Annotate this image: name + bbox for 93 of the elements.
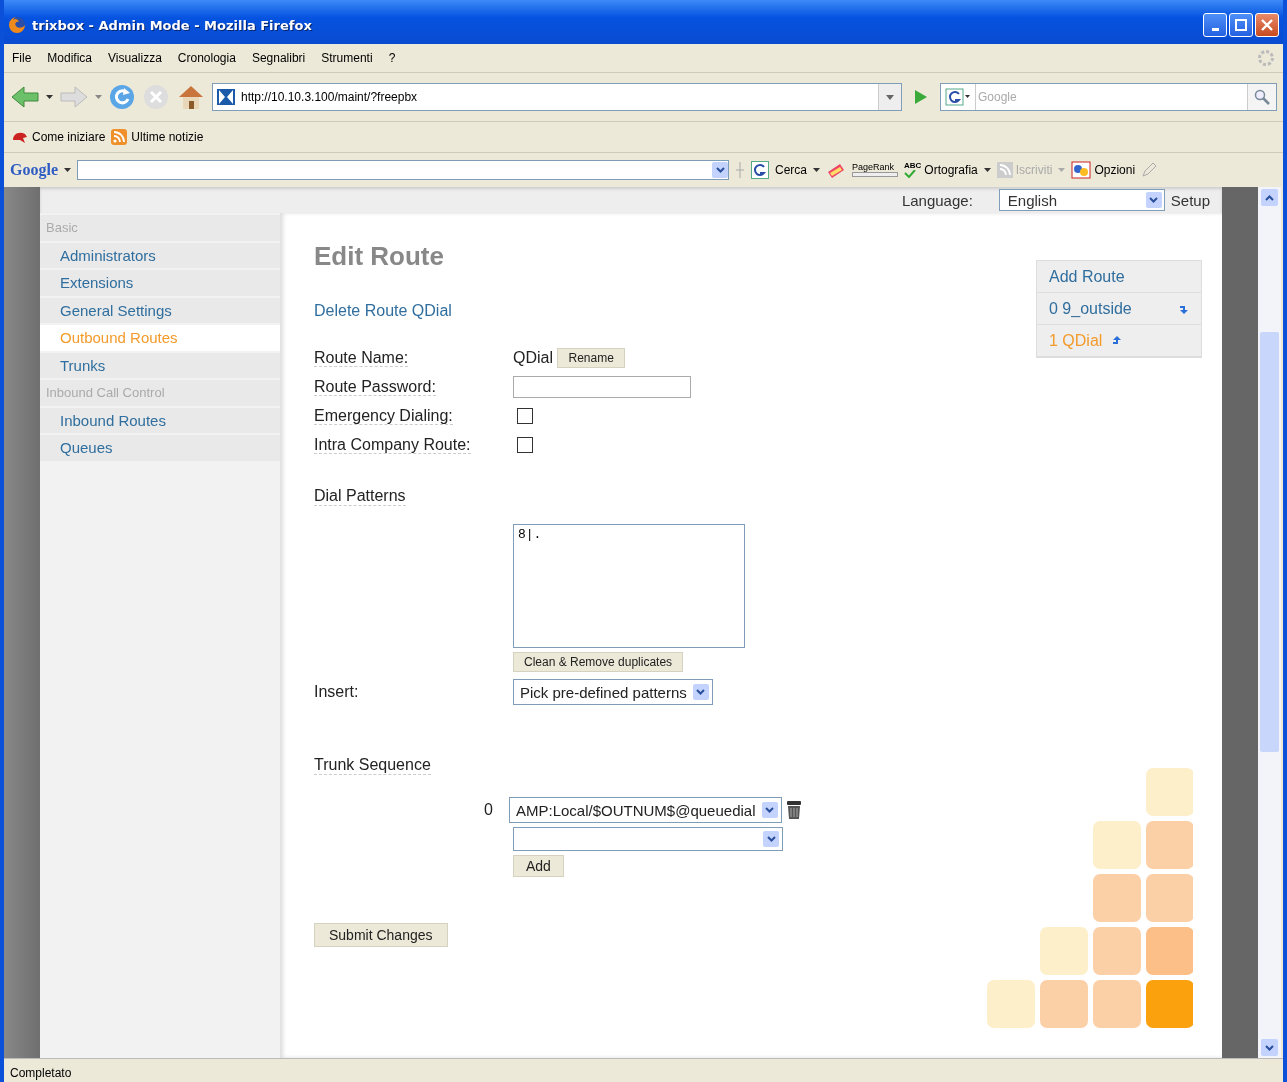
pagerank-meter: PageRank bbox=[852, 163, 898, 177]
section-heading: Trunk Sequence bbox=[314, 756, 431, 775]
sidebar-section: Basic bbox=[40, 215, 280, 241]
google-logo[interactable]: Google bbox=[10, 161, 58, 179]
caret-icon[interactable] bbox=[46, 94, 53, 100]
section-heading: Dial Patterns bbox=[314, 487, 406, 506]
menu-item[interactable]: Modifica bbox=[47, 51, 93, 65]
caret-icon[interactable] bbox=[813, 167, 820, 173]
address-bar[interactable]: http://10.10.3.100/maint/?freepbx bbox=[212, 83, 902, 111]
sidebar-item[interactable]: Inbound Routes bbox=[40, 407, 280, 433]
insert-label: Insert: bbox=[314, 683, 360, 701]
field-label: Route Name: bbox=[314, 349, 409, 367]
field-label: Intra Company Route: bbox=[314, 436, 471, 454]
maximize-button[interactable] bbox=[1229, 13, 1253, 37]
subscribe-link: Iscriviti bbox=[996, 162, 1053, 178]
trunk-select[interactable] bbox=[513, 827, 783, 851]
close-icon bbox=[1261, 19, 1273, 31]
sidebar-section: Inbound Call Control bbox=[40, 380, 280, 406]
sidebar-item[interactable]: Extensions bbox=[40, 270, 280, 296]
dropdown-icon[interactable] bbox=[878, 84, 901, 110]
options-icon bbox=[1071, 161, 1092, 179]
sidebar-item[interactable]: Administrators bbox=[40, 242, 280, 268]
bookmark-icon bbox=[12, 130, 28, 144]
bookmark-link[interactable]: Come iniziare bbox=[12, 130, 106, 144]
site-icon bbox=[217, 89, 235, 105]
separator-icon bbox=[735, 162, 745, 178]
feed-icon bbox=[111, 129, 128, 145]
checkbox[interactable] bbox=[517, 437, 533, 453]
highlighter-icon[interactable] bbox=[826, 162, 846, 178]
dial-patterns-field[interactable]: 8|. bbox=[513, 524, 745, 648]
back-arrow-icon[interactable] bbox=[10, 85, 40, 109]
dropdown-icon[interactable] bbox=[1145, 192, 1162, 208]
menu-item[interactable]: ? bbox=[388, 51, 396, 65]
up-arrow-icon[interactable] bbox=[1112, 335, 1123, 346]
password-field[interactable] bbox=[513, 376, 691, 398]
menu-item[interactable]: Strumenti bbox=[321, 51, 373, 65]
window-title: trixbox - Admin Mode - Mozilla Firefox bbox=[32, 17, 313, 33]
dropdown-icon[interactable] bbox=[763, 831, 779, 847]
sidebar-item[interactable]: General Settings bbox=[40, 297, 280, 323]
language-label: Language: bbox=[901, 191, 973, 209]
menu-item[interactable]: Cronologia bbox=[177, 51, 236, 65]
feed-icon bbox=[996, 162, 1013, 178]
caret-icon[interactable] bbox=[64, 167, 71, 173]
minimize-icon bbox=[1211, 27, 1219, 31]
language-select[interactable]: English bbox=[998, 189, 1165, 211]
checkbox[interactable] bbox=[517, 408, 533, 424]
throbber-icon bbox=[1257, 49, 1275, 67]
add-route-link[interactable]: Add Route bbox=[1037, 261, 1201, 293]
field-label: Route Password: bbox=[314, 378, 436, 396]
sidebar-item[interactable]: Queues bbox=[40, 435, 280, 461]
menu-item[interactable]: Visualizza bbox=[108, 51, 162, 65]
spellcheck-button[interactable]: ABC Ortografia bbox=[904, 162, 978, 178]
search-engine-icon[interactable] bbox=[751, 161, 769, 179]
down-arrow-icon[interactable] bbox=[1179, 303, 1189, 314]
dropdown-icon[interactable] bbox=[761, 802, 778, 818]
add-button[interactable]: Add bbox=[513, 855, 564, 877]
route-item[interactable]: 0 9_outside bbox=[1037, 293, 1201, 325]
toolbar-search-field[interactable] bbox=[77, 160, 729, 180]
page-heading: Edit Route bbox=[314, 241, 445, 272]
dropdown-icon[interactable] bbox=[712, 162, 728, 178]
options-button[interactable]: Opzioni bbox=[1071, 161, 1136, 179]
menu-item[interactable]: File bbox=[12, 51, 32, 65]
trunk-select[interactable]: AMP:Local/$OUTNUM$@queuedial bbox=[509, 797, 782, 823]
caret-icon[interactable] bbox=[983, 167, 991, 173]
checkmark-icon bbox=[904, 170, 916, 178]
minimize-button[interactable] bbox=[1203, 13, 1227, 37]
route-name-value: QDial bbox=[513, 349, 553, 367]
reload-icon[interactable] bbox=[108, 83, 136, 111]
pattern-select[interactable]: Pick pre-defined patterns bbox=[513, 679, 713, 705]
browser-logo-icon bbox=[8, 16, 26, 34]
sidebar-item[interactable]: Trunks bbox=[40, 352, 280, 378]
search-bar[interactable]: Google bbox=[940, 83, 1277, 111]
rename-button[interactable]: Rename bbox=[557, 348, 625, 368]
close-button[interactable] bbox=[1255, 13, 1279, 37]
search-button[interactable]: Cerca bbox=[775, 163, 807, 177]
trunk-order: 0 bbox=[483, 801, 494, 819]
dropdown-icon[interactable] bbox=[692, 684, 709, 700]
maximize-icon bbox=[1235, 19, 1247, 31]
delete-route-link[interactable]: Delete Route QDial bbox=[314, 302, 452, 320]
search-icon[interactable] bbox=[1247, 84, 1276, 110]
trash-icon[interactable] bbox=[785, 800, 802, 820]
menu-item[interactable]: Segnalibri bbox=[251, 51, 306, 65]
bookmark-link[interactable]: Ultime notizie bbox=[111, 129, 204, 145]
status-text: Completato bbox=[10, 1065, 72, 1080]
setup-link[interactable]: Setup bbox=[1170, 191, 1210, 209]
scroll-down-icon[interactable] bbox=[1261, 1039, 1278, 1056]
scroll-up-icon[interactable] bbox=[1261, 189, 1278, 206]
clean-button[interactable]: Clean & Remove duplicates bbox=[513, 652, 684, 672]
submit-button[interactable]: Submit Changes bbox=[314, 923, 448, 947]
scrollbar[interactable] bbox=[1258, 187, 1281, 1058]
search-engine-icon[interactable] bbox=[945, 88, 971, 106]
url-text: http://10.10.3.100/maint/?freepbx bbox=[241, 90, 419, 104]
field-label: Emergency Dialing: bbox=[314, 407, 453, 425]
